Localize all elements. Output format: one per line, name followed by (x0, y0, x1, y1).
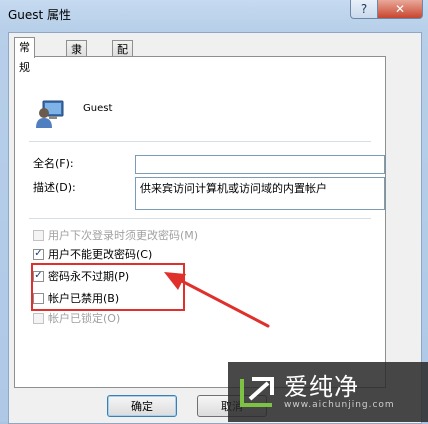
annotation-arrow-icon (164, 272, 270, 328)
watermark: 爱纯净 www.aichunjing.com (228, 362, 428, 422)
watermark-title: 爱纯净 (284, 373, 359, 401)
brand-logo-icon (240, 377, 274, 407)
watermark-url: www.aichunjing.com (284, 400, 395, 410)
tab-general[interactable]: 常规 (14, 37, 35, 74)
